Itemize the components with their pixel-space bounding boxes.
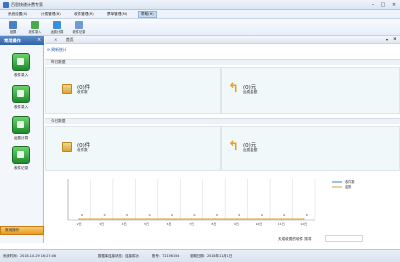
- filter-label: 天成收费的软件 搜寻: [278, 237, 312, 241]
- data-label: 0: [238, 213, 240, 217]
- receive-entry-icon: [31, 21, 39, 29]
- data-label: 0: [194, 213, 196, 217]
- status-db-connection: 数据库连接状态：连接成功: [98, 254, 139, 258]
- section-header-yesterday: [45, 59, 400, 65]
- x-tick-label: 5日: [144, 222, 149, 226]
- data-label: 0: [149, 213, 151, 217]
- x-tick-label: 9日: [234, 222, 239, 226]
- section-header-today: [45, 118, 400, 124]
- coin-icon: ↰: [228, 139, 239, 154]
- data-label: 0: [126, 213, 128, 217]
- x-tick-label: 2日: [77, 222, 82, 226]
- data-point: [123, 218, 125, 220]
- panel-dropdown-icon[interactable]: ▾: [386, 37, 388, 42]
- data-label: 0: [81, 213, 83, 217]
- lock-icon: [9, 21, 17, 29]
- status-expiry: 到期日期：2018年11月1日: [190, 254, 233, 258]
- data-label: 0: [104, 213, 106, 217]
- x-tick-label: 6日: [167, 222, 172, 226]
- x-tick-label: 8日: [211, 222, 216, 226]
- records-icon: [75, 21, 83, 29]
- package-icon: [62, 142, 72, 152]
- data-label: 0: [306, 213, 308, 217]
- x-tick-label: 12日: [300, 222, 307, 226]
- menu-waybill[interactable]: 票单管理(M): [105, 11, 129, 18]
- lock-screen-button[interactable]: 锁屏: [2, 20, 24, 35]
- receive-entry-icon: [12, 53, 30, 71]
- refresh-stats-link[interactable]: ⟳ 刷新统计: [47, 47, 67, 53]
- window-title: 百思快递计费专家: [11, 2, 43, 7]
- filter-input[interactable]: [325, 235, 363, 242]
- sidebar-item-receive-entry[interactable]: 收件录入: [6, 53, 36, 84]
- x-tick-label: 10日: [255, 222, 262, 226]
- data-label: 0: [171, 213, 173, 217]
- tab-home[interactable]: 首页: [66, 37, 74, 43]
- package-icon: [62, 84, 72, 94]
- status-account: 账号：72156154: [152, 254, 180, 258]
- data-point: [190, 218, 193, 220]
- section-label-yesterday: 昨日数据: [51, 60, 66, 64]
- yesterday-count-label: 收件数: [77, 90, 88, 94]
- app-icon: [3, 2, 9, 8]
- panel-header: [45, 36, 400, 44]
- maximize-icon[interactable]: □: [378, 1, 388, 9]
- x-tick-label: 7日: [189, 222, 194, 226]
- title-bar: [0, 0, 400, 10]
- minimize-icon[interactable]: –: [368, 1, 378, 9]
- data-point: [235, 218, 238, 220]
- receive-entry-button[interactable]: 收件录入: [24, 20, 46, 35]
- data-point: [280, 218, 282, 220]
- close-icon[interactable]: ×: [389, 1, 399, 9]
- receive-entry-icon: [12, 85, 30, 103]
- data-point: [145, 218, 148, 220]
- calculator-icon: [12, 116, 30, 134]
- tab-close-icon[interactable]: ×: [54, 37, 57, 42]
- data-point: [78, 218, 80, 220]
- data-point: [213, 218, 215, 220]
- menu-system-settings[interactable]: 系统设置(S): [6, 11, 29, 18]
- today-amount-label: 运费金额: [243, 148, 258, 152]
- sidebar-item-freight-calc[interactable]: 运费计算: [6, 116, 36, 147]
- legend-label: 金额: [345, 184, 352, 189]
- sidebar-item-receive-records[interactable]: 收件记录: [6, 146, 36, 177]
- data-label: 0: [283, 213, 285, 217]
- today-count-label: 收件数: [77, 148, 88, 152]
- section-label-today: 今日数据: [51, 119, 66, 123]
- coin-icon: ↰: [228, 81, 239, 96]
- x-tick-label: 3日: [99, 222, 104, 226]
- sidebar-title: 常用操作: [4, 38, 21, 43]
- yesterday-amount-label: 运费金额: [243, 90, 258, 94]
- data-point: [258, 218, 260, 220]
- data-point: [101, 218, 103, 220]
- data-point: [303, 218, 305, 220]
- receive-records-button[interactable]: 收件记录: [68, 20, 90, 35]
- stats-line-chart: 0 2日 0 3日 0 4日 0 5日 0 6日 0 7日 0 8日 0 9日 0 10日 0 11日 0 12日 收件数金…: [67, 179, 355, 226]
- sidebar-close-icon[interactable]: ×: [37, 37, 41, 43]
- legend-label: 收件数: [345, 179, 355, 184]
- sidebar-item-receive-entry-2[interactable]: 收件录入: [6, 85, 36, 116]
- sidebar-footer-label: 常用操作: [5, 228, 20, 232]
- x-tick-label: 11日: [278, 222, 285, 226]
- status-system-time: 系统时间：2018-10-29 16:27:46: [3, 254, 56, 258]
- panel-close-icon[interactable]: ×: [393, 37, 397, 42]
- records-icon: [12, 146, 30, 164]
- menu-help[interactable]: 帮助(H): [138, 11, 157, 18]
- data-point: [168, 218, 170, 220]
- calculator-icon: [53, 21, 61, 29]
- menu-billing[interactable]: 计费管理(B): [39, 11, 63, 18]
- x-tick-label: 4日: [122, 222, 127, 226]
- data-label: 0: [216, 213, 218, 217]
- data-label: 0: [261, 213, 263, 217]
- freight-calc-button[interactable]: 运费计算: [46, 20, 68, 35]
- menu-receiving[interactable]: 收件管理(R): [72, 11, 96, 18]
